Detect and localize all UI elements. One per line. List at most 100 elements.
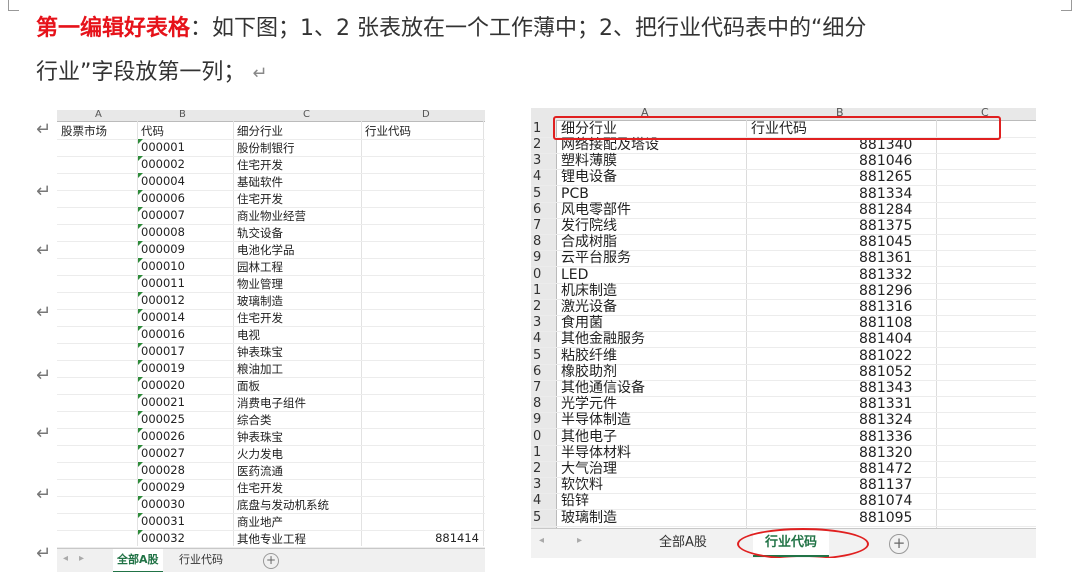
row-number[interactable]: 8 xyxy=(533,234,541,250)
row-number[interactable]: 1 xyxy=(533,445,541,461)
cell-industry-code[interactable]: 881316 xyxy=(859,299,912,315)
cell-sub-industry[interactable]: 其他电子 xyxy=(561,429,617,445)
header-code[interactable]: 代码 xyxy=(141,123,164,139)
cell-code[interactable]: 000025 xyxy=(141,412,185,426)
cell-sub-industry[interactable]: 软饮料 xyxy=(561,477,603,493)
cell-industry-code[interactable]: 881343 xyxy=(859,380,912,396)
row-number[interactable]: 3 xyxy=(533,477,541,493)
cell-sub-industry[interactable]: 股份制银行 xyxy=(237,140,295,156)
cell-sub-industry[interactable]: 塑料薄膜 xyxy=(561,153,617,169)
cell-industry-code[interactable]: 881404 xyxy=(859,331,912,347)
header-sub-industry[interactable]: 细分行业 xyxy=(237,123,283,139)
cell-code[interactable]: 000002 xyxy=(141,157,185,171)
cell-sub-industry[interactable]: 电视 xyxy=(237,327,260,343)
cell-code[interactable]: 000026 xyxy=(141,429,185,443)
cell-code[interactable]: 000001 xyxy=(141,140,185,154)
cell-code[interactable]: 000017 xyxy=(141,344,185,358)
row-number[interactable]: 3 xyxy=(533,153,541,169)
row-number[interactable]: 1 xyxy=(533,121,541,137)
cell-code[interactable]: 000009 xyxy=(141,242,185,256)
cell-sub-industry[interactable]: 消费电子组件 xyxy=(237,395,306,411)
cell-sub-industry[interactable]: 合成树脂 xyxy=(561,234,617,250)
header-stock-market[interactable]: 股票市场 xyxy=(61,123,107,139)
cell-sub-industry[interactable]: 医药流通 xyxy=(237,463,283,479)
row-number[interactable]: 9 xyxy=(533,250,541,266)
cell-industry-code[interactable]: 881074 xyxy=(859,493,912,509)
row-number[interactable]: 5 xyxy=(533,348,541,364)
row-number[interactable]: 3 xyxy=(533,315,541,331)
row-number[interactable]: 2 xyxy=(533,137,541,153)
row-number[interactable]: 1 xyxy=(533,283,541,299)
cell-code[interactable]: 000008 xyxy=(141,225,185,239)
cell-code[interactable]: 000006 xyxy=(141,191,185,205)
column-letter-a[interactable]: A xyxy=(95,110,102,120)
cell-industry-code[interactable]: 881052 xyxy=(859,364,912,380)
row-number[interactable]: 0 xyxy=(533,429,541,445)
column-letter-b[interactable]: B xyxy=(179,110,186,120)
cell-industry-code[interactable]: 881045 xyxy=(859,234,912,250)
cell-sub-industry[interactable]: 激光设备 xyxy=(561,299,617,315)
tab-scroll-right-icon[interactable]: ▸ xyxy=(577,535,582,546)
cell-industry-code[interactable]: 881296 xyxy=(859,283,912,299)
row-number[interactable]: 0 xyxy=(533,267,541,283)
cell-sub-industry[interactable]: 物业管理 xyxy=(237,276,283,292)
tab-industry-code[interactable]: 行业代码 xyxy=(175,549,227,571)
cell-sub-industry[interactable]: 大气治理 xyxy=(561,461,617,477)
cell-industry-code[interactable]: 881324 xyxy=(859,412,912,428)
cell-sub-industry[interactable]: 火力发电 xyxy=(237,446,283,462)
row-number[interactable]: 2 xyxy=(533,299,541,315)
cell-sub-industry[interactable]: 住宅开发 xyxy=(237,191,283,207)
cell-code[interactable]: 000021 xyxy=(141,395,185,409)
cell-sub-industry[interactable]: 钟表珠宝 xyxy=(237,429,283,445)
cell-sub-industry[interactable]: 住宅开发 xyxy=(237,480,283,496)
cell-sub-industry[interactable]: 铅锌 xyxy=(561,493,589,509)
cell-sub-industry[interactable]: 住宅开发 xyxy=(237,310,283,326)
tab-scroll-right-icon[interactable]: ▸ xyxy=(79,553,84,564)
cell-sub-industry[interactable]: 半导体材料 xyxy=(561,445,631,461)
cell-industry-code[interactable]: 881046 xyxy=(859,153,912,169)
cell-industry-code[interactable]: 881331 xyxy=(859,396,912,412)
cell-sub-industry[interactable]: 食用菌 xyxy=(561,315,603,331)
add-sheet-icon[interactable]: + xyxy=(889,534,909,554)
cell-sub-industry[interactable]: 钟表珠宝 xyxy=(237,344,283,360)
row-number[interactable]: 4 xyxy=(533,493,541,509)
cell-code[interactable]: 000030 xyxy=(141,497,185,511)
row-number[interactable]: 4 xyxy=(533,331,541,347)
cell-sub-industry[interactable]: 光学元件 xyxy=(561,396,617,412)
row-number[interactable]: 6 xyxy=(533,202,541,218)
row-number[interactable]: 8 xyxy=(533,396,541,412)
cell-sub-industry[interactable]: PCB xyxy=(561,186,589,202)
row-number[interactable]: 7 xyxy=(533,380,541,396)
header-industry-code[interactable]: 行业代码 xyxy=(365,123,411,139)
cell-industry-code[interactable]: 881284 xyxy=(859,202,912,218)
cell-industry-code[interactable]: 881022 xyxy=(859,348,912,364)
cell-code[interactable]: 000016 xyxy=(141,327,185,341)
cell-sub-industry[interactable]: 粘胶纤维 xyxy=(561,348,617,364)
cell-sub-industry[interactable]: 玻璃制造 xyxy=(561,510,617,526)
cell-sub-industry[interactable]: 基础软件 xyxy=(237,174,283,190)
cell-sub-industry[interactable]: 锂电设备 xyxy=(561,169,617,185)
row-number[interactable]: 5 xyxy=(533,186,541,202)
cell-industry-code[interactable]: 881108 xyxy=(859,315,912,331)
cell-code[interactable]: 000032 xyxy=(141,531,185,545)
row-number[interactable]: 4 xyxy=(533,169,541,185)
tab-all-a-shares[interactable]: 全部A股 xyxy=(113,549,163,572)
cell-sub-industry[interactable]: 风电零部件 xyxy=(561,202,631,218)
cell-sub-industry[interactable]: 玻璃制造 xyxy=(237,293,283,309)
tab-all-a-shares[interactable]: 全部A股 xyxy=(647,531,719,555)
cell-sub-industry[interactable]: 其他专业工程 xyxy=(237,531,306,547)
cell-industry-code[interactable]: 881361 xyxy=(859,250,912,266)
cell-sub-industry[interactable]: 综合类 xyxy=(237,412,272,428)
cell-sub-industry[interactable]: 面板 xyxy=(237,378,260,394)
column-letter-d[interactable]: D xyxy=(422,110,430,120)
cell-code[interactable]: 000010 xyxy=(141,259,185,273)
cell-industry-code[interactable]: 881375 xyxy=(859,218,912,234)
cell-sub-industry[interactable]: 商业物业经营 xyxy=(237,208,306,224)
cell-sub-industry[interactable]: 轨交设备 xyxy=(237,225,283,241)
row-number[interactable]: 9 xyxy=(533,412,541,428)
cell-code[interactable]: 000012 xyxy=(141,293,185,307)
cell-sub-industry[interactable]: 住宅开发 xyxy=(237,157,283,173)
cell-sub-industry[interactable]: 园林工程 xyxy=(237,259,283,275)
cell-sub-industry[interactable]: 其他金融服务 xyxy=(561,331,645,347)
cell-sub-industry[interactable]: 商业地产 xyxy=(237,514,283,530)
